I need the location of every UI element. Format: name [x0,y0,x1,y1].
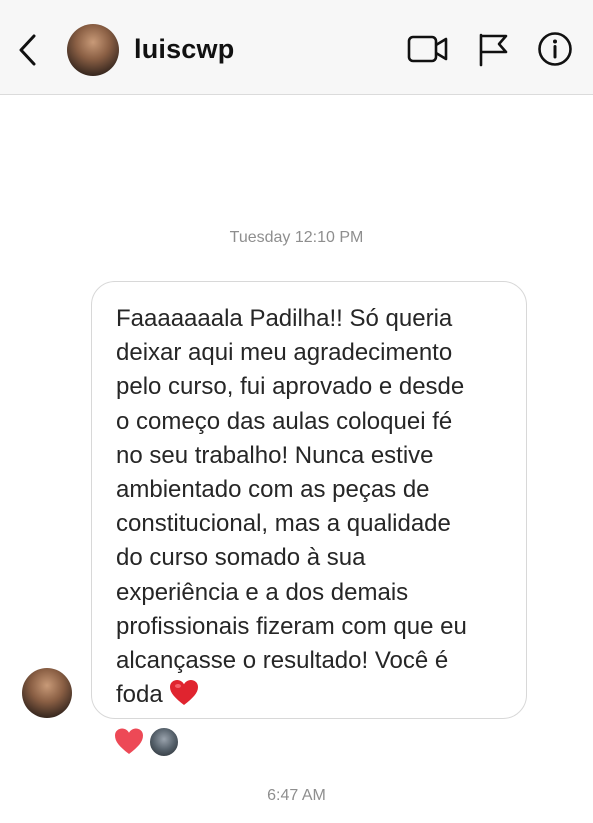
heart-emoji-icon [170,680,199,706]
info-icon[interactable] [536,31,574,67]
username[interactable]: luiscwp [134,34,234,65]
message-text: Faaaaaaala Padilha!! Só queria deixar aq… [116,305,467,709]
message-timestamp: Tuesday 12:10 PM [229,229,364,246]
video-call-icon[interactable] [407,31,449,67]
reaction-heart-icon[interactable] [114,727,144,755]
back-chevron-icon[interactable] [14,33,44,67]
avatar[interactable] [67,24,119,76]
message-timestamp-bottom: 6:47 AM [267,787,326,804]
sender-avatar[interactable] [22,668,72,718]
reactor-avatar[interactable] [149,727,179,757]
flag-icon[interactable] [476,31,510,67]
chat-header: luiscwp [0,0,593,95]
message-bubble[interactable]: Faaaaaaala Padilha!! Só queria deixar aq… [91,281,527,719]
